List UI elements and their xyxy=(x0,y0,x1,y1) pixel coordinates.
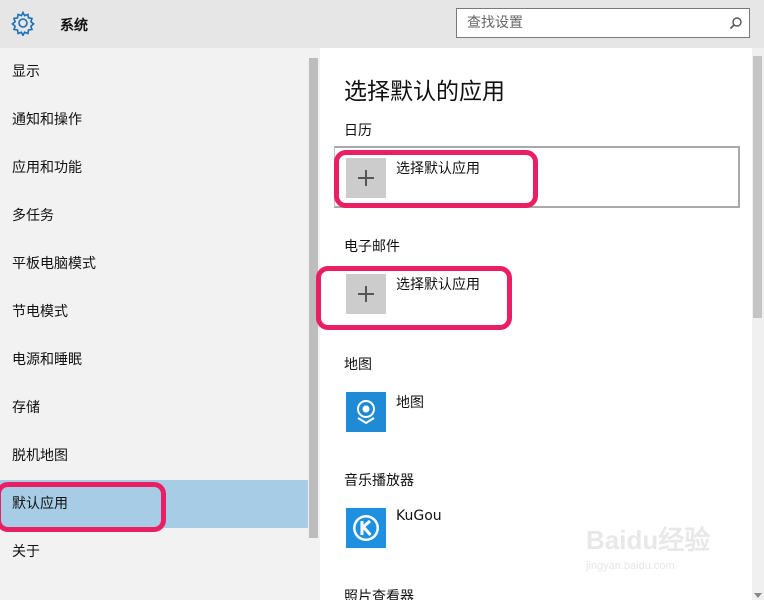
photo-viewer-label: 照片查看器 xyxy=(344,589,414,600)
baidu-watermark: Baidu经验 jingyan.baidu.com xyxy=(586,520,726,580)
search-icon[interactable] xyxy=(729,16,743,30)
maps-label: 地图 xyxy=(344,357,372,373)
watermark-logo: Baidu经验 xyxy=(586,525,711,555)
sidebar-item-label: 显示 xyxy=(12,64,40,80)
sidebar-item-storage[interactable]: 存储 xyxy=(0,384,308,432)
sidebar-item-battery-saver[interactable]: 节电模式 xyxy=(0,288,308,336)
main-scrollbar[interactable] xyxy=(752,48,764,600)
sidebar-item-label: 应用和功能 xyxy=(12,160,82,176)
sidebar-item-apps-features[interactable]: 应用和功能 xyxy=(0,144,308,192)
sidebar-item-label: 平板电脑模式 xyxy=(12,256,96,272)
watermark-url: jingyan.baidu.com xyxy=(586,560,675,572)
sidebar-item-power-sleep[interactable]: 电源和睡眠 xyxy=(0,336,308,384)
scrollbar-thumb[interactable] xyxy=(753,56,762,318)
sidebar-item-about[interactable]: 关于 xyxy=(0,528,308,576)
sidebar-item-tablet-mode[interactable]: 平板电脑模式 xyxy=(0,240,308,288)
app-name: 地图 xyxy=(396,395,424,411)
sidebar-item-label: 存储 xyxy=(12,400,40,416)
title-bar: 系统 xyxy=(0,0,764,48)
calendar-label: 日历 xyxy=(344,123,372,139)
search-input[interactable] xyxy=(457,9,727,37)
sidebar-item-label: 多任务 xyxy=(12,208,54,224)
sidebar-item-label: 电源和睡眠 xyxy=(12,352,82,368)
sidebar-item-label: 脱机地图 xyxy=(12,448,68,464)
highlight-annotation xyxy=(316,266,512,330)
scroll-down-arrow-icon[interactable] xyxy=(754,593,762,598)
sidebar-item-display[interactable]: 显示 xyxy=(0,48,308,96)
app-name: KuGou xyxy=(396,508,442,524)
sidebar-item-offline-maps[interactable]: 脱机地图 xyxy=(0,432,308,480)
sidebar-item-multitasking[interactable]: 多任务 xyxy=(0,192,308,240)
maps-icon xyxy=(346,392,386,432)
search-box[interactable] xyxy=(456,8,750,38)
highlight-annotation xyxy=(334,150,538,208)
sidebar-item-label: 节电模式 xyxy=(12,304,68,320)
music-player-label: 音乐播放器 xyxy=(344,473,414,489)
highlight-annotation xyxy=(0,482,166,532)
maps-app-button[interactable]: 地图 xyxy=(344,392,724,434)
page-title: 系统 xyxy=(60,18,88,34)
sidebar-item-notifications[interactable]: 通知和操作 xyxy=(0,96,308,144)
sidebar-item-label: 关于 xyxy=(12,544,40,560)
kugou-icon xyxy=(346,508,386,548)
email-label: 电子邮件 xyxy=(344,239,400,255)
sidebar-item-label: 通知和操作 xyxy=(12,112,82,128)
section-title: 选择默认的应用 xyxy=(344,79,505,105)
gear-icon xyxy=(11,10,35,36)
